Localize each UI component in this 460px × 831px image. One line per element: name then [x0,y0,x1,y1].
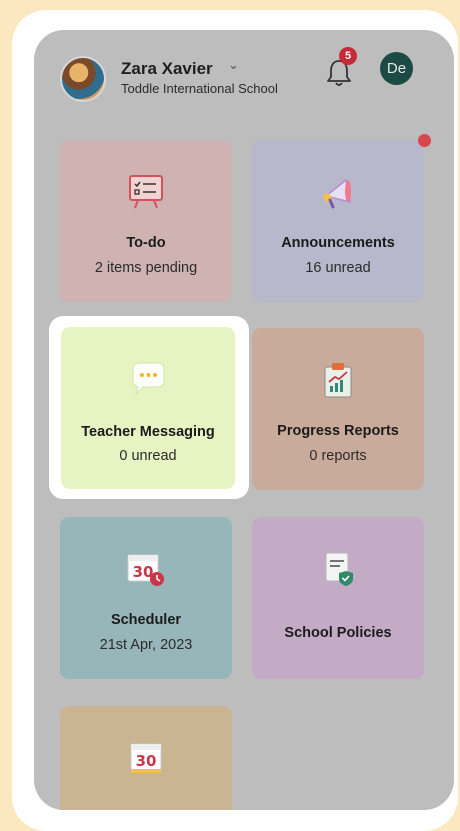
tile-todo-title: To-do [126,235,166,251]
user-avatar[interactable] [60,56,106,102]
tile-announcements-subtitle: 16 unread [305,260,371,276]
calendar-clock-icon: 30 [127,554,164,586]
tile-scheduler[interactable]: 30 Scheduler 21st Apr, 2023 [60,517,232,679]
whiteboard-checklist-icon [129,175,163,209]
teacher-messaging-highlight: Teacher Messaging 0 unread [49,316,249,499]
user-name[interactable]: Zara Xavier [121,59,213,79]
megaphone-icon [323,178,351,209]
chevron-down-icon[interactable]: ⌄ [228,57,239,73]
tile-teacher-messaging-title: Teacher Messaging [81,424,215,440]
tile-teacher-messaging-subtitle: 0 unread [119,448,177,464]
tile-partial[interactable]: 30 [60,706,232,810]
tile-todo-subtitle: 2 items pending [94,260,198,276]
notification-badge: 5 [339,47,357,65]
tile-todo[interactable]: To-do 2 items pending [60,140,232,302]
unread-indicator-dot [418,134,431,147]
tile-school-policies[interactable]: School Policies [252,517,424,679]
tile-teacher-messaging[interactable]: Teacher Messaging 0 unread [61,327,235,489]
tile-scheduler-subtitle: 21st Apr, 2023 [99,637,193,653]
header: Zara Xavier ⌄ Toddle International Schoo… [34,30,454,120]
calendar-icon: 30 [130,743,162,773]
clipboard-chart-icon [324,363,352,398]
profile-initials-avatar[interactable]: De [380,52,413,85]
tile-progress-reports-subtitle: 0 reports [309,448,367,464]
tile-progress-reports[interactable]: Progress Reports 0 reports [252,328,424,490]
document-shield-icon [325,552,353,586]
chat-bubble-icon [132,362,165,396]
tile-announcements-title: Announcements [281,235,395,251]
tile-scheduler-title: Scheduler [110,612,182,628]
tile-announcements[interactable]: Announcements 16 unread [252,140,424,302]
tile-school-policies-title: School Policies [284,625,392,641]
partial-icon-day: 30 [136,752,157,770]
tile-progress-reports-title: Progress Reports [277,423,399,439]
school-name: Toddle International School [121,81,278,96]
